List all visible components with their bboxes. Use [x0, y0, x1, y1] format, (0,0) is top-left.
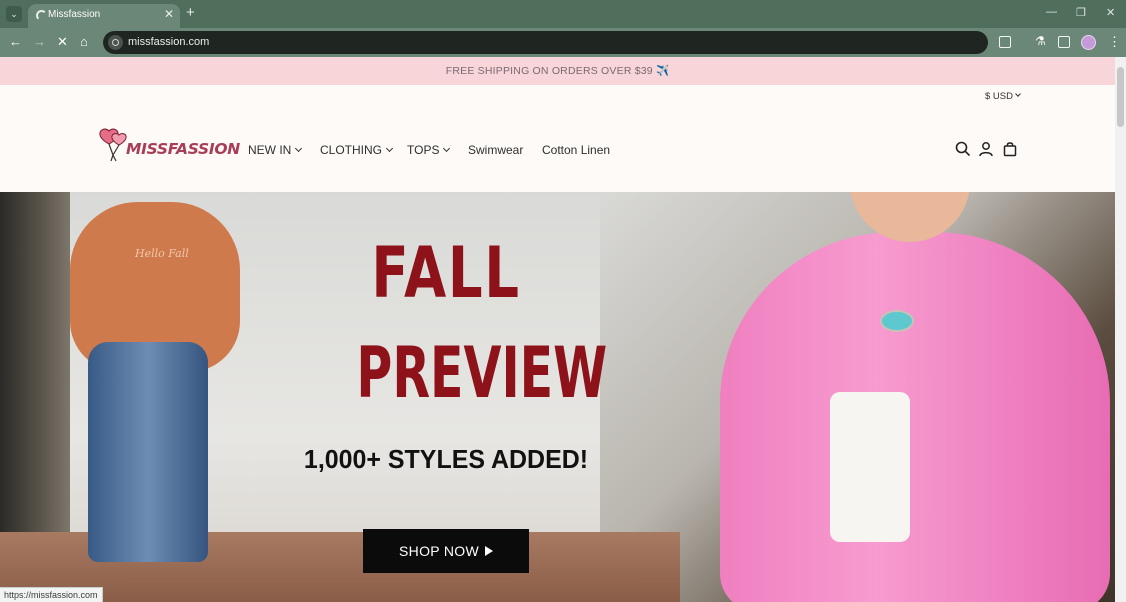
nav-item-label: Swimwear [468, 143, 524, 157]
chevron-down-icon [385, 144, 394, 153]
url-text[interactable]: missfassion.com [128, 36, 209, 48]
scrollbar-thumb[interactable] [1117, 67, 1124, 127]
cart-icon[interactable] [1002, 141, 1018, 157]
chevron-down-icon [443, 144, 451, 153]
nav-item-label: Cotton Linen [542, 143, 611, 157]
nav-item-clothing[interactable]: CLOTHING [320, 143, 394, 157]
forward-icon[interactable]: → [33, 34, 46, 49]
profile-avatar[interactable] [1081, 35, 1096, 50]
side-panel-icon[interactable] [1058, 36, 1070, 48]
search-icon[interactable] [955, 141, 971, 157]
tab-list-chevron-icon[interactable]: ⌄ [6, 6, 22, 22]
nav-item-label: CLOTHING [320, 143, 383, 157]
stop-loading-icon[interactable]: ✕ [57, 34, 68, 50]
shop-now-label: SHOP NOW [399, 543, 479, 559]
minimize-icon[interactable]: — [1046, 6, 1057, 18]
hero-title-line2: PREVIEW [356, 332, 608, 414]
extensions-icon[interactable] [999, 36, 1011, 48]
labs-icon[interactable]: ⚗ [1035, 34, 1046, 48]
web-page: FREE SHIPPING ON ORDERS OVER $39 ✈️ $ US… [0, 57, 1115, 602]
page-scrollbar[interactable] [1115, 57, 1126, 602]
close-tab-icon[interactable]: ✕ [164, 7, 174, 21]
hero-banner[interactable]: Hello Fall FALL PREVIEW 1,000+ STYLES AD… [0, 192, 1115, 602]
hero-subtitle: 1,000+ STYLES ADDED! [303, 444, 589, 474]
nav-item-new-in[interactable]: NEW IN [248, 143, 303, 157]
shop-now-button[interactable]: SHOP NOW [363, 529, 529, 573]
browser-tab[interactable]: Missfassion ✕ [28, 4, 180, 28]
close-window-icon[interactable]: ✕ [1106, 6, 1115, 19]
nav-item-label: TOPS [407, 143, 440, 157]
model-left-jeans [88, 342, 208, 562]
new-tab-icon[interactable]: + [186, 4, 195, 21]
chevron-down-icon [295, 144, 303, 153]
sweatshirt-text: Hello Fall [135, 247, 189, 260]
announcement-bar: FREE SHIPPING ON ORDERS OVER $39 ✈️ [0, 57, 1115, 85]
nav-item-tops[interactable]: TOPS [407, 143, 451, 157]
account-icon[interactable] [978, 141, 994, 157]
site-info-icon[interactable] [108, 35, 123, 50]
browser-tab-bar: ⌄ Missfassion ✕ + — ❐ ✕ [0, 0, 1126, 28]
back-icon[interactable]: ← [9, 34, 22, 49]
turquoise-necklace [880, 310, 914, 332]
home-icon[interactable]: ⌂ [80, 34, 88, 49]
model-right-pink-jacket [720, 232, 1110, 602]
restore-icon[interactable]: ❐ [1076, 6, 1086, 19]
hero-title-line1: FALL [371, 232, 521, 314]
status-bar-link: https://missfassion.com [0, 587, 103, 602]
site-logo[interactable]: MISSFASSION [99, 127, 240, 165]
currency-selector[interactable]: $ USD [985, 91, 1021, 102]
nav-item-swimwear[interactable]: Swimwear [468, 143, 523, 157]
nav-item-cotton-linen[interactable]: Cotton Linen [542, 143, 610, 157]
browser-toolbar: ← → ✕ ⌂ missfassion.com ⚗ ⋮ [0, 28, 1126, 57]
address-bar[interactable]: missfassion.com [103, 31, 988, 54]
logo-text: MISSFASSION [126, 140, 240, 158]
model-right-white-top [830, 392, 910, 542]
nav-item-label: NEW IN [248, 143, 292, 157]
play-arrow-icon [484, 546, 493, 556]
loading-spinner-icon [36, 10, 47, 21]
browser-menu-icon[interactable]: ⋮ [1108, 34, 1121, 50]
currency-label: $ USD [985, 91, 1013, 102]
tab-title: Missfassion [48, 9, 101, 20]
